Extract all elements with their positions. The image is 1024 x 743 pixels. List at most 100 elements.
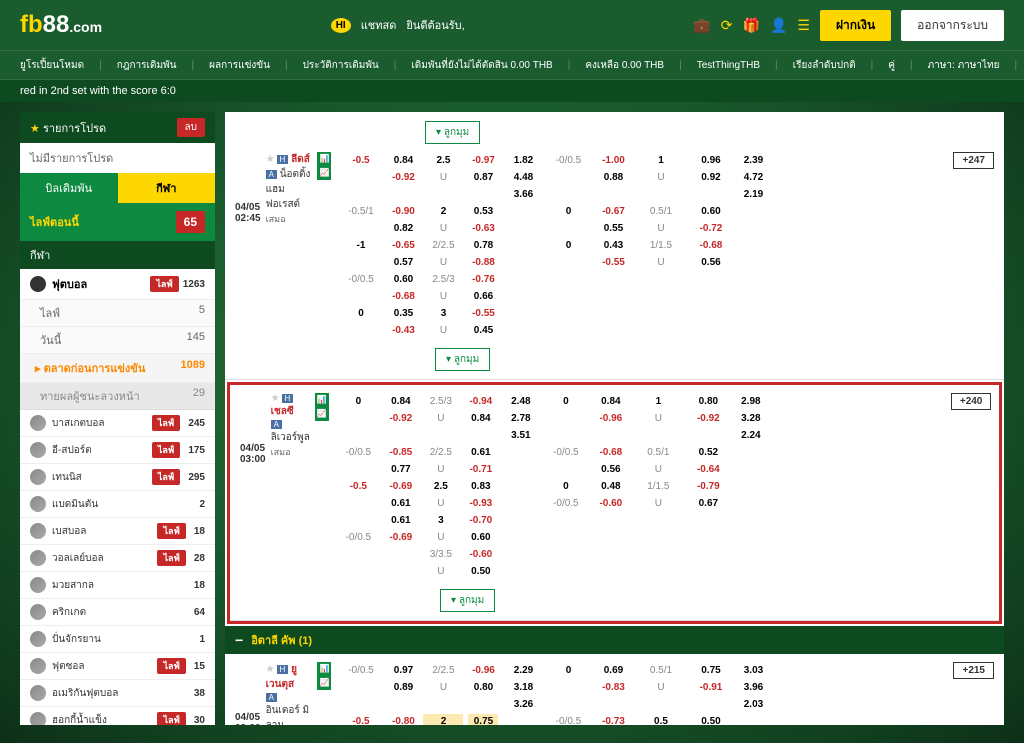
odds-cell[interactable]: -1 xyxy=(338,238,383,253)
sidebar-sport-item[interactable]: วอลเลย์บอล ไลฟ์28 xyxy=(20,545,215,572)
odds-cell[interactable]: 0.87 xyxy=(468,170,498,185)
odds-cell[interactable]: -0.80 xyxy=(388,714,418,725)
odds-cell[interactable]: 0.52 xyxy=(686,445,731,460)
odds-cell[interactable]: 0.48 xyxy=(591,479,631,494)
odds-cell[interactable]: -0.60 xyxy=(591,496,631,511)
odds-cell[interactable]: 0 xyxy=(338,306,383,321)
odds-cell[interactable]: U xyxy=(636,462,681,477)
odds-cell[interactable]: -0.60 xyxy=(466,547,496,562)
favorite-star-icon[interactable]: ★ xyxy=(266,664,275,675)
odds-cell[interactable]: -0.85 xyxy=(386,445,416,460)
odds-cell[interactable]: -0.5 xyxy=(338,153,383,168)
odds-cell[interactable]: 0.82 xyxy=(388,221,418,236)
odds-cell[interactable]: -0.73 xyxy=(593,714,633,725)
odds-cell[interactable]: 3.03 xyxy=(738,663,768,678)
odds-cell[interactable]: 1/1.5 xyxy=(638,238,683,253)
odds-cell[interactable]: 0.92 xyxy=(688,170,733,185)
odds-cell[interactable]: 0.84 xyxy=(466,411,496,426)
odds-cell[interactable]: -0.92 xyxy=(686,411,731,426)
odds-cell[interactable]: 1.82 xyxy=(503,153,543,168)
odds-cell[interactable]: 3.96 xyxy=(738,680,768,695)
tab-betslip[interactable]: บิลเดิมพัน xyxy=(20,173,118,203)
odds-cell[interactable]: 2.24 xyxy=(736,428,766,443)
odds-cell[interactable]: 4.72 xyxy=(738,170,768,185)
odds-cell[interactable]: 0.61 xyxy=(386,496,416,511)
odds-cell[interactable]: 2/2.5 xyxy=(423,238,463,253)
odds-cell[interactable]: -0.68 xyxy=(591,445,631,460)
odds-cell[interactable]: 2.5 xyxy=(423,153,463,168)
odds-cell[interactable]: -0/0.5 xyxy=(338,272,383,287)
odds-cell[interactable]: -0.96 xyxy=(468,663,498,678)
odds-cell[interactable]: 3 xyxy=(421,513,461,528)
odds-cell[interactable]: 2.19 xyxy=(738,187,768,202)
odds-cell[interactable]: 0.53 xyxy=(468,204,498,219)
odds-cell[interactable]: -0.69 xyxy=(386,530,416,545)
odds-cell[interactable]: 0 xyxy=(336,394,381,409)
odds-cell[interactable]: 3.28 xyxy=(736,411,766,426)
stats-icon[interactable]: 📊 xyxy=(315,393,329,407)
sidebar-sport-item[interactable]: แบดมินตัน 2 xyxy=(20,491,215,518)
odds-cell[interactable]: 0 xyxy=(548,238,588,253)
odds-cell[interactable]: -0/0.5 xyxy=(336,530,381,545)
odds-cell[interactable]: 0.96 xyxy=(688,153,733,168)
odds-cell[interactable]: -0.55 xyxy=(593,255,633,270)
odds-cell[interactable]: 0.5/1 xyxy=(638,663,683,678)
more-bets-button[interactable]: +215 xyxy=(953,662,994,679)
odds-cell[interactable]: -0/0.5 xyxy=(338,663,383,678)
collapse-corners-button[interactable]: ▾ ลูกมุม xyxy=(435,348,490,371)
odds-cell[interactable]: -0/0.5 xyxy=(548,714,588,725)
odds-cell[interactable]: 2.03 xyxy=(738,697,768,712)
odds-cell[interactable]: 0.84 xyxy=(386,394,416,409)
odds-cell[interactable]: 0.56 xyxy=(591,462,631,477)
odds-cell[interactable]: 1 xyxy=(636,394,681,409)
odds-cell[interactable]: U xyxy=(421,564,461,579)
odds-cell[interactable]: -0/0.5 xyxy=(336,445,381,460)
chart-icon[interactable]: 📈 xyxy=(317,676,331,690)
odds-cell[interactable]: 0.5 xyxy=(638,714,683,725)
odds-cell[interactable]: 0.43 xyxy=(593,238,633,253)
odds-cell[interactable]: 2.29 xyxy=(503,663,543,678)
odds-cell[interactable]: U xyxy=(638,680,683,695)
odds-cell[interactable]: 0.5/1 xyxy=(636,445,681,460)
odds-cell[interactable]: -0.64 xyxy=(686,462,731,477)
chart-icon[interactable]: 📈 xyxy=(317,166,331,180)
odds-cell[interactable]: -0.79 xyxy=(686,479,731,494)
odds-cell[interactable]: -0.94 xyxy=(466,394,496,409)
odds-cell[interactable]: -0/0.5 xyxy=(546,445,586,460)
odds-cell[interactable]: 0.69 xyxy=(593,663,633,678)
odds-cell[interactable]: -0.68 xyxy=(688,238,733,253)
odds-cell[interactable]: 0.5/1 xyxy=(638,204,683,219)
odds-cell[interactable]: U xyxy=(636,496,681,511)
league-header[interactable]: − อิตาลี คัพ (1) xyxy=(225,626,1004,654)
odds-cell[interactable]: -0.72 xyxy=(688,221,733,236)
sport-football-active[interactable]: ฟุตบอล ไลฟ์ 1263 xyxy=(20,269,215,300)
odds-cell[interactable]: -0.65 xyxy=(388,238,418,253)
sidebar-sport-item[interactable]: เบสบอล ไลฟ์18 xyxy=(20,518,215,545)
odds-cell[interactable]: -0.92 xyxy=(386,411,416,426)
odds-cell[interactable]: -0.55 xyxy=(468,306,498,321)
collapse-corners-button[interactable]: ▾ ลูกมุม xyxy=(425,121,480,144)
odds-cell[interactable]: U xyxy=(421,496,461,511)
nav-lang[interactable]: ภาษา: ภาษาไทย xyxy=(928,58,1000,73)
odds-cell[interactable]: 3/3.5 xyxy=(421,547,461,562)
sidebar-sport-item[interactable]: มวยสากล 18 xyxy=(20,572,215,599)
nav-results[interactable]: ผลการแข่งขัน xyxy=(209,58,270,73)
sidebar-sport-item[interactable]: อเมริกันฟุตบอล 38 xyxy=(20,680,215,707)
odds-cell[interactable]: 0.66 xyxy=(468,289,498,304)
odds-cell[interactable]: 2.39 xyxy=(738,153,768,168)
odds-cell[interactable]: 0.61 xyxy=(466,445,496,460)
odds-cell[interactable]: 0.84 xyxy=(591,394,631,409)
odds-cell[interactable]: 2 xyxy=(423,204,463,219)
odds-cell[interactable]: U xyxy=(421,411,461,426)
odds-cell[interactable]: 3.66 xyxy=(503,187,543,202)
odds-cell[interactable]: 0.50 xyxy=(688,714,733,725)
odds-cell[interactable]: -0/0.5 xyxy=(546,496,586,511)
sidebar-sport-item[interactable]: บาสเกตบอล ไลฟ์245 xyxy=(20,410,215,437)
nav-odds[interactable]: คู่ xyxy=(888,58,895,73)
odds-cell[interactable]: -0.88 xyxy=(468,255,498,270)
odds-cell[interactable]: -0.5 xyxy=(338,714,383,725)
odds-cell[interactable]: 0.45 xyxy=(468,323,498,338)
chat-link[interactable]: แชทสด xyxy=(361,16,397,34)
odds-cell[interactable]: 3 xyxy=(423,306,463,321)
odds-cell[interactable]: U xyxy=(421,530,461,545)
